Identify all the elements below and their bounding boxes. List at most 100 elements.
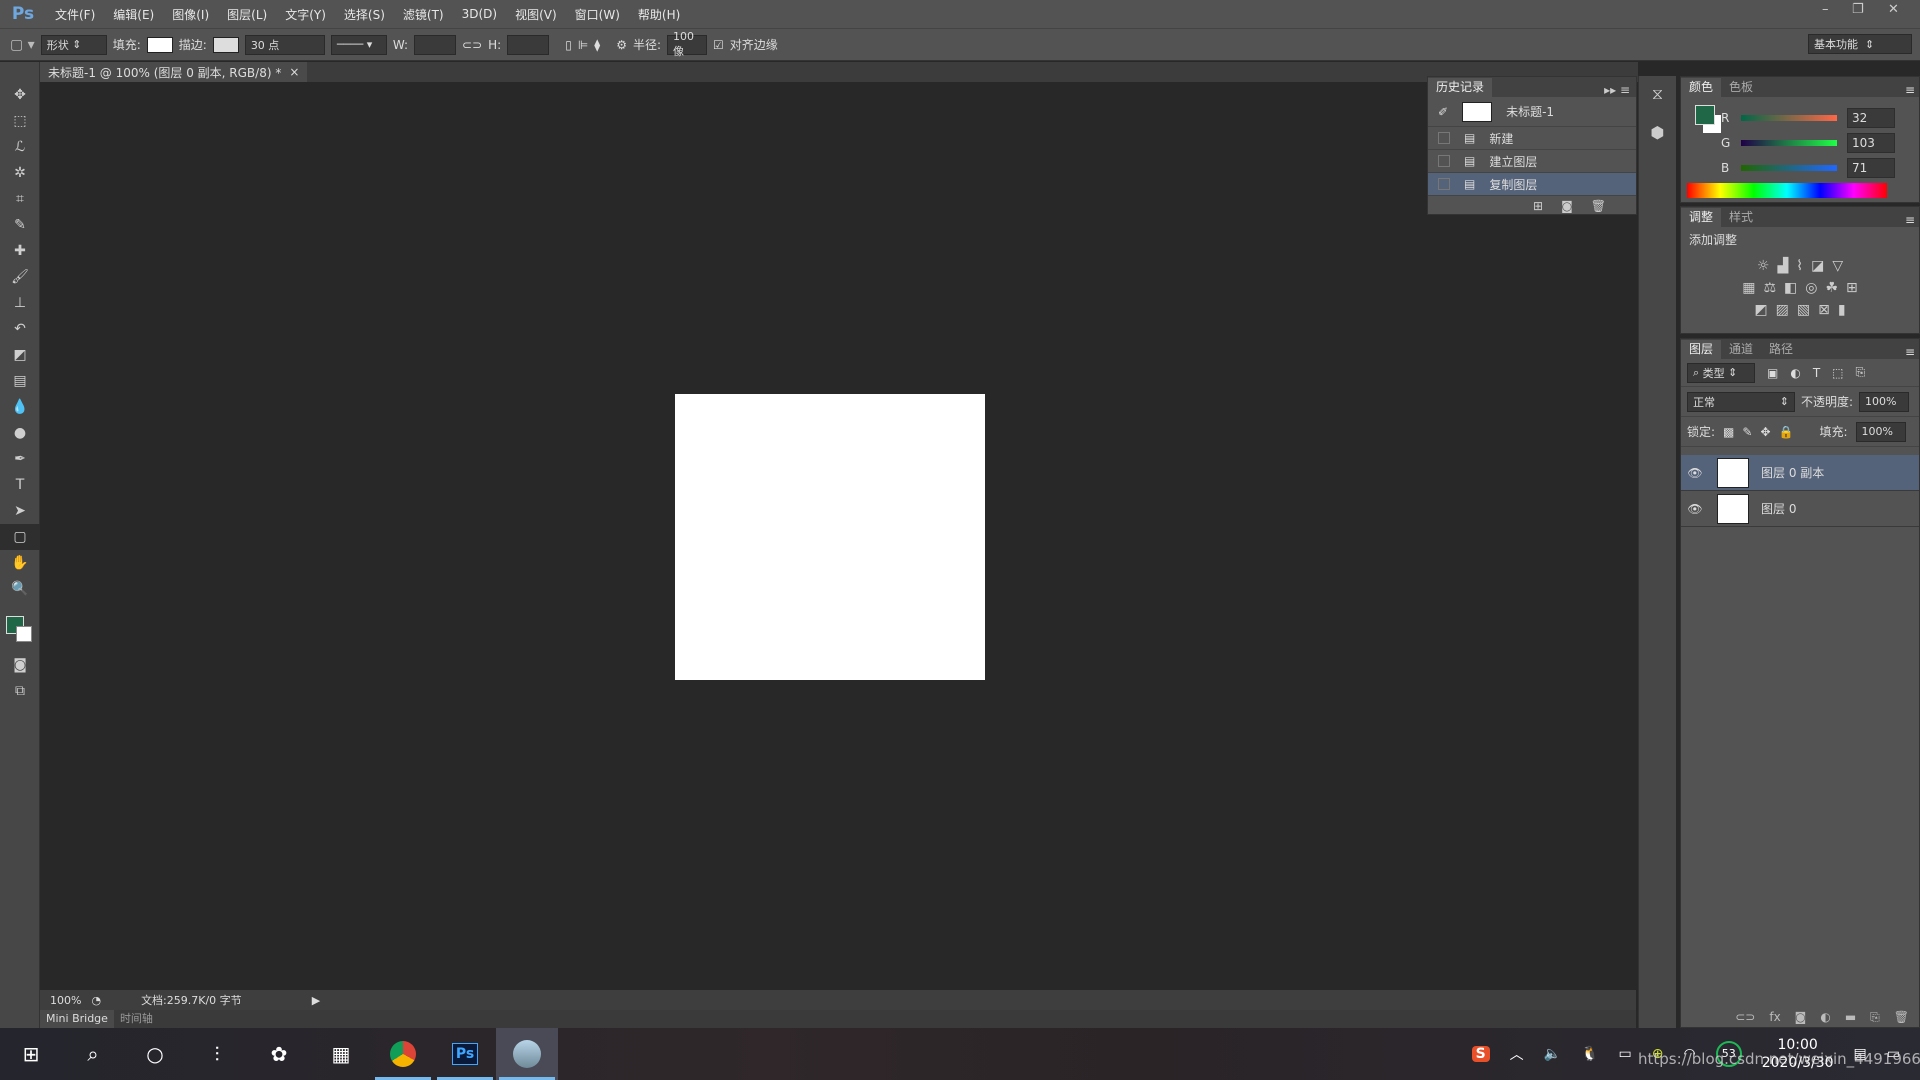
eraser-tool-icon[interactable]: ◩ [0,342,40,368]
trash-icon[interactable]: 🗑 [1591,199,1606,213]
color-balance-icon[interactable]: ⚖ [1763,280,1776,296]
photos-app-icon[interactable] [496,1028,558,1080]
history-snapshot[interactable]: ✐ 未标题-1 [1428,97,1636,127]
workspace-select[interactable]: 基本功能 ⇕ [1808,34,1912,54]
stroke-type-select[interactable]: ──── ▾ [330,34,387,55]
new-document-from-state-icon[interactable]: ⊞ [1533,199,1543,213]
history-dock-icon[interactable]: ⧖ [1639,76,1676,112]
search-icon[interactable]: ⌕ [62,1028,124,1080]
document-tab[interactable]: 未标题-1 @ 100% (图层 0 副本, RGB/8) * × [40,62,308,82]
layer-row[interactable]: 👁 图层 0 副本 [1681,455,1919,491]
properties-dock-icon[interactable]: ⬢ [1639,112,1676,152]
gear-icon[interactable]: ⚙ [616,38,627,52]
brightness-icon[interactable]: ☼ [1757,258,1770,274]
new-group-icon[interactable]: ▬ [1845,1010,1856,1024]
opacity-input[interactable]: 100% [1859,391,1910,412]
eyedropper-tool-icon[interactable]: ✎ [0,212,40,238]
lock-all-icon[interactable]: 🔒 [1779,425,1794,439]
qq-icon[interactable]: 🐧 [1581,1046,1598,1062]
zoom-tool-icon[interactable]: 🔍 [0,576,40,602]
tab-paths[interactable]: 路径 [1761,340,1801,359]
crop-tool-icon[interactable]: ⌗ [0,186,40,212]
cortana-icon[interactable]: ○ [124,1028,186,1080]
red-input[interactable]: 32 [1847,107,1895,128]
calculator-icon[interactable]: ▦ [310,1028,372,1080]
visibility-eye-icon[interactable]: 👁 [1681,502,1709,516]
gradient-tool-icon[interactable]: ▤ [0,368,40,394]
stamp-tool-icon[interactable]: ⊥ [0,290,40,316]
dodge-tool-icon[interactable]: ● [0,420,40,446]
history-checkbox[interactable] [1438,178,1450,190]
tab-color[interactable]: 颜色 [1681,78,1722,97]
channel-mixer-icon[interactable]: ☘ [1825,280,1838,296]
pen-tool-icon[interactable]: ✒ [0,446,40,472]
exposure-icon[interactable]: ◪ [1811,258,1824,274]
menu-3d[interactable]: 3D(D) [453,7,506,21]
tab-timeline[interactable]: 时间轴 [114,1010,159,1028]
menu-image[interactable]: 图像(I) [163,6,218,23]
invert-icon[interactable]: ◩ [1754,302,1767,318]
mode-select[interactable]: 形状 ⇕ [40,34,107,55]
menu-type[interactable]: 文字(Y) [276,6,335,23]
tab-styles[interactable]: 样式 [1721,208,1761,227]
camera-icon[interactable]: ◙ [1561,199,1573,213]
path-operations-icon[interactable]: ▯ [565,38,572,52]
close-window-button[interactable]: ✕ [1888,2,1899,17]
fx-icon[interactable]: fx [1769,1010,1780,1024]
color-lookup-icon[interactable]: ⊞ [1846,280,1858,296]
minimize-button[interactable]: – [1822,2,1829,17]
shape-tool-icon[interactable]: ▢ [0,524,40,550]
zoom-level[interactable]: 100% [50,994,81,1007]
color-swatches[interactable] [0,602,39,652]
chrome-icon[interactable] [372,1028,434,1080]
foreground-color-swatch[interactable] [1695,105,1715,125]
posterize-icon[interactable]: ▨ [1776,302,1789,318]
menu-file[interactable]: 文件(F) [46,6,104,23]
link-layers-icon[interactable]: ⊂⊃ [1735,1010,1755,1024]
tab-history[interactable]: 历史记录 [1428,78,1493,97]
menu-select[interactable]: 选择(S) [335,6,394,23]
history-checkbox[interactable] [1438,132,1450,144]
curves-icon[interactable]: ⌇ [1796,258,1803,274]
photo-filter-icon[interactable]: ◎ [1805,280,1817,296]
filter-smart-object-icon[interactable]: ⎘ [1856,365,1866,380]
menu-window[interactable]: 窗口(W) [566,6,629,23]
threshold-icon[interactable]: ▧ [1797,302,1810,318]
filter-adjustment-icon[interactable]: ◐ [1790,366,1800,380]
sogou-ime-icon[interactable]: S [1471,1046,1490,1062]
marquee-tool-icon[interactable]: ⬚ [0,108,40,134]
path-selection-tool-icon[interactable]: ➤ [0,498,40,524]
panel-menu-icon[interactable]: ≡ [1905,83,1919,97]
screen-mode-icon[interactable]: ⧉ [0,678,40,704]
magic-wand-tool-icon[interactable]: ✲ [0,160,40,186]
filter-type-icon[interactable]: T [1813,366,1820,380]
menu-help[interactable]: 帮助(H) [629,6,689,23]
lock-position-icon[interactable]: ✥ [1760,425,1770,439]
brush-tool-icon[interactable]: 🖌 [0,264,40,290]
close-tab-icon[interactable]: × [289,65,299,79]
photoshop-taskbar-icon[interactable]: Ps [434,1028,496,1080]
fill-input[interactable]: 100% [1855,421,1906,442]
new-layer-icon[interactable]: ⎘ [1870,1010,1880,1025]
panel-menu-icon[interactable]: ≡ [1905,345,1919,359]
show-hidden-icons-chevron-icon[interactable]: ︿ [1510,1044,1524,1064]
tab-swatches[interactable]: 色板 [1721,78,1761,97]
rounded-rect-tool-icon[interactable]: ▢ ▾ [10,37,35,53]
hue-saturation-icon[interactable]: ▦ [1742,280,1755,296]
stroke-swatch[interactable] [212,36,239,53]
history-brush-tool-icon[interactable]: ↶ [0,316,40,342]
battery-icon[interactable]: ▭ [1619,1046,1632,1062]
selective-color-icon[interactable]: ⊠ [1818,302,1830,318]
menu-layer[interactable]: 图层(L) [218,6,276,23]
move-tool-icon[interactable]: ✥ [0,82,40,108]
filter-shape-icon[interactable]: ⬚ [1832,366,1843,380]
layer-row[interactable]: 👁 图层 0 [1681,491,1919,527]
history-item[interactable]: ▤ 建立图层 [1428,150,1636,173]
history-item[interactable]: ▤ 复制图层 [1428,173,1636,196]
gradient-map-icon[interactable]: ▮ [1838,302,1846,318]
blue-slider[interactable] [1741,164,1837,171]
layer-filter-select[interactable]: ⌕ 类型 ⇕ [1687,362,1755,383]
panel-menu-icon[interactable]: ≡ [1905,213,1919,227]
tab-layers[interactable]: 图层 [1681,340,1722,359]
black-white-icon[interactable]: ◧ [1784,280,1797,296]
